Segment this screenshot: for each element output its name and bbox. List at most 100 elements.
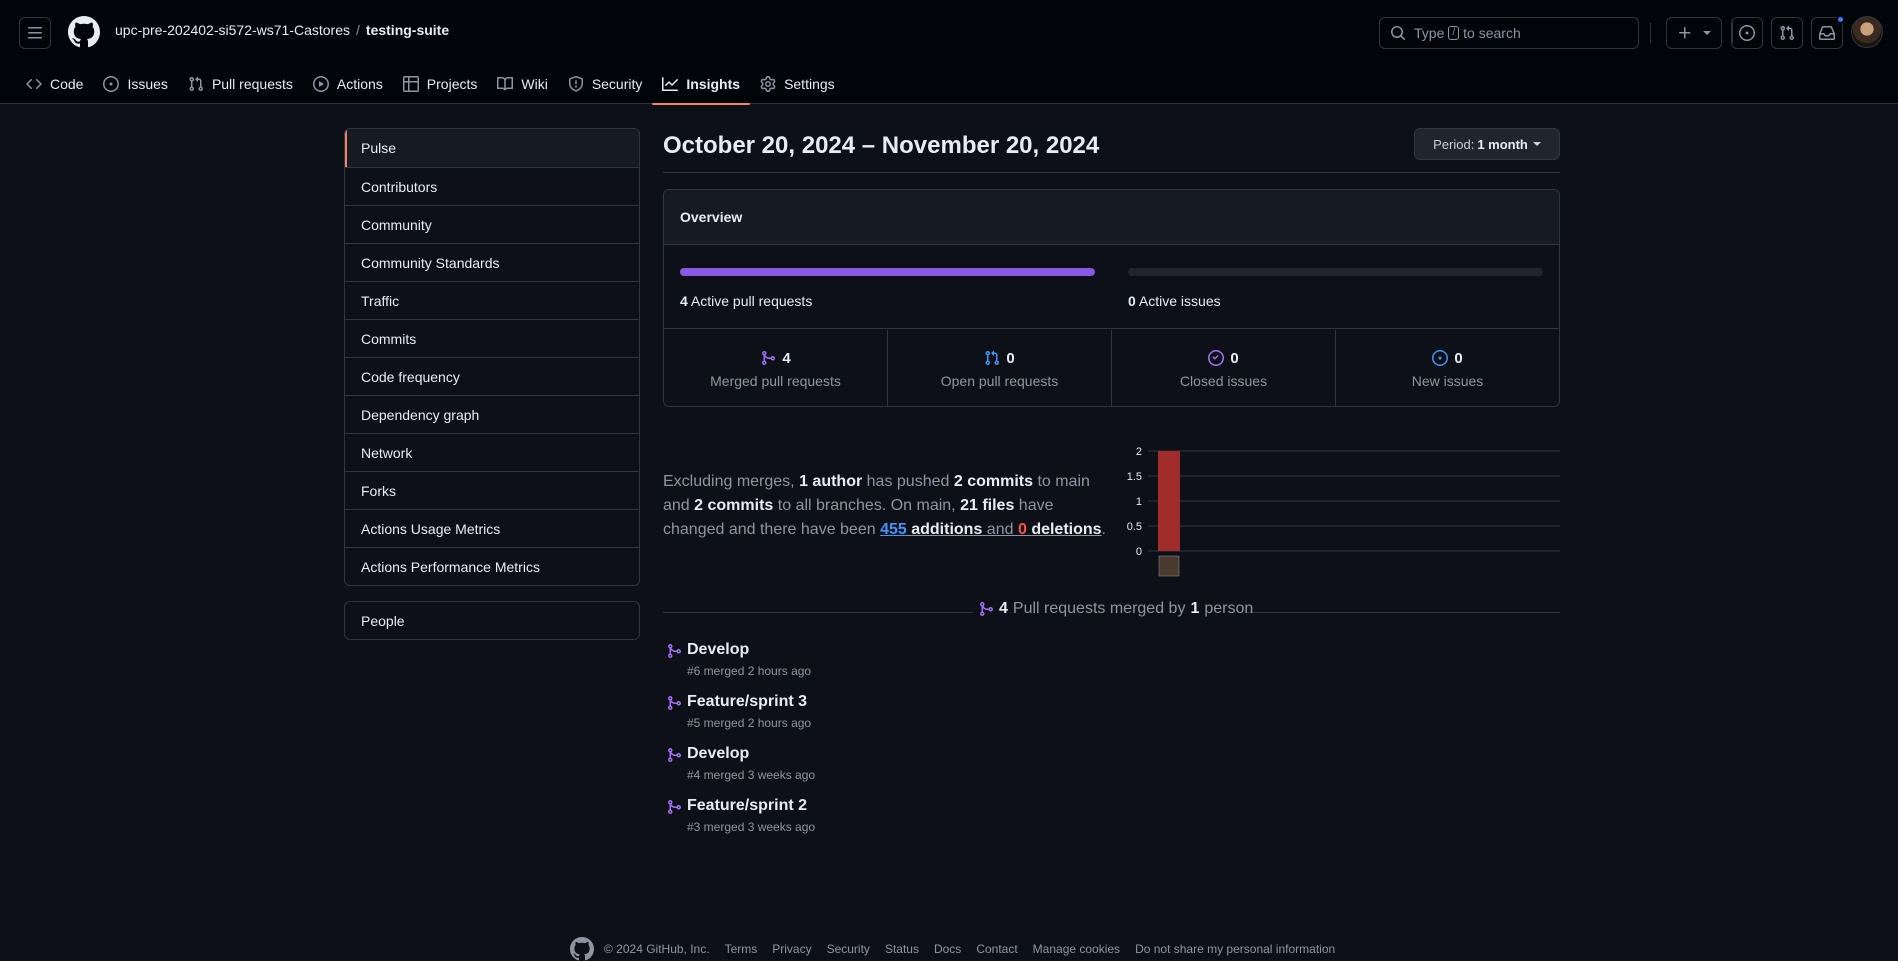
pull-requests-shortcut-button[interactable] [1771,17,1803,49]
repo-link[interactable]: testing-suite [366,22,449,38]
stat-number: 4 [782,349,791,367]
sidebar-item-actions-performance-metrics[interactable]: Actions Performance Metrics [345,547,639,585]
footer-link-status[interactable]: Status [885,942,919,956]
sidebar-item-forks[interactable]: Forks [345,471,639,509]
owner-link[interactable]: upc-pre-202402-si572-ws71-Castores [115,22,350,38]
period-label: Period: [1433,136,1475,152]
period-select-button[interactable]: Period: 1 month [1414,128,1560,160]
stat-label: Closed issues [1179,372,1268,389]
tab-pull-requests[interactable]: Pull requests [178,64,303,104]
active-issues-link[interactable]: 0 Active issues [1128,293,1221,309]
search-shortcut-key: / [1448,26,1460,40]
hamburger-menu-button[interactable] [19,17,51,49]
footer-link-contact[interactable]: Contact [976,942,1017,956]
page-footer: © 2024 GitHub, Inc. Terms Privacy Securi… [570,937,1335,961]
active-pull-requests-link[interactable]: 4 Active pull requests [680,293,812,309]
inbox-icon [1819,26,1835,40]
pr-title-link[interactable]: Develop [687,745,749,763]
play-icon [312,76,329,92]
merged-pull-requests-stat[interactable]: 4 Merged pull requests [664,330,887,406]
pr-title-link[interactable]: Feature/sprint 2 [687,797,807,815]
author-avatar[interactable] [1158,555,1180,577]
y-tick-label: 1 [1136,496,1142,508]
commit-bar[interactable] [1158,451,1180,551]
github-logo-icon[interactable] [570,937,594,961]
new-issues-stat[interactable]: 0 New issues [1335,330,1559,406]
y-tick-label: 2 [1136,446,1142,458]
sidebar-item-people[interactable]: People [344,601,640,640]
tab-code[interactable]: Code [16,64,93,104]
tab-actions[interactable]: Actions [303,64,393,104]
user-avatar[interactable] [1851,16,1883,48]
stat-number: 0 [1454,349,1463,367]
pr-title-link[interactable]: Develop [687,641,749,659]
sidebar-item-pulse[interactable]: Pulse [345,129,639,167]
merge-icon [668,696,682,710]
closed-issues-stat[interactable]: 0 Closed issues [1111,330,1335,406]
summary-files: 21 files [960,497,1015,514]
breadcrumb: upc-pre-202402-si572-ws71-Castores / testi… [115,22,449,38]
tab-label: Wiki [521,76,548,92]
sidebar-item-commits[interactable]: Commits [345,319,639,357]
check-circle-icon [1208,350,1225,366]
issue-opened-icon [1739,25,1755,41]
inbox-button[interactable] [1811,15,1845,49]
open-pull-requests-stat[interactable]: 0 Open pull requests [887,330,1111,406]
pull-request-icon [985,350,1000,366]
insights-sidebar: Pulse Contributors Community Community S… [344,128,640,586]
chevron-down-icon [1703,31,1711,35]
tab-wiki[interactable]: Wiki [487,64,557,104]
sidebar-item-traffic[interactable]: Traffic [345,281,639,319]
pr-title-link[interactable]: Feature/sprint 3 [687,693,807,711]
sidebar-item-community-standards[interactable]: Community Standards [345,243,639,281]
sidebar-item-actions-usage-metrics[interactable]: Actions Usage Metrics [345,509,639,547]
sidebar-item-dependency-graph[interactable]: Dependency graph [345,395,639,433]
overview-stats: 4 Merged pull requests 0 Open pull reque… [664,330,1559,406]
footer-link-docs[interactable]: Docs [934,942,961,956]
search-placeholder-prefix: Type [1414,25,1445,41]
overview-heading: Overview [664,190,1559,245]
footer-link-privacy[interactable]: Privacy [772,942,811,956]
divider [1247,612,1560,613]
overview-progress: 4 Active pull requests 0 Active issues [664,245,1559,329]
tab-projects[interactable]: Projects [393,64,488,104]
period-value: 1 month [1477,136,1528,152]
additions-deletions-link[interactable]: 455 additions and 0 deletions [880,521,1101,538]
footer-copyright: © 2024 GitHub, Inc. [604,942,710,956]
tab-settings[interactable]: Settings [750,64,845,104]
commits-by-author-chart: 2 1.5 1 0.5 0 [1127,446,1560,577]
header-divider [1650,23,1651,43]
tab-label: Insights [686,76,741,92]
tab-insights[interactable]: Insights [652,64,750,105]
tab-label: Security [591,76,643,92]
issues-shortcut-button[interactable] [1731,17,1763,49]
y-tick-label: 0 [1136,546,1142,558]
summary-text: Excluding merges, [663,473,795,490]
search-input[interactable]: Type / to search [1379,17,1639,49]
footer-link-do-not-share[interactable]: Do not share my personal information [1135,942,1335,956]
sidebar-item-network[interactable]: Network [345,433,639,471]
stat-label: New issues [1411,372,1484,389]
summary-text: . [1101,521,1106,538]
tab-issues[interactable]: Issues [93,64,177,104]
tab-label: Settings [784,76,835,92]
footer-link-security[interactable]: Security [827,942,870,956]
header-row: upc-pre-202402-si572-ws71-Castores / testi… [0,0,1898,64]
create-new-button[interactable] [1666,17,1722,49]
footer-link-manage-cookies[interactable]: Manage cookies [1033,942,1120,956]
pr-meta: #4 merged 3 weeks ago [687,768,816,782]
tab-label: Code [50,76,84,92]
footer-link-terms[interactable]: Terms [725,942,758,956]
sidebar-item-community[interactable]: Community [345,205,639,243]
merged-people-count: 1 [1190,600,1200,617]
github-logo-icon[interactable] [68,16,100,48]
tab-label: Actions [336,76,383,92]
y-tick-label: 1.5 [1127,471,1142,483]
summary-commits-all: 2 commits [694,497,774,514]
divider [663,172,1560,173]
sidebar-item-contributors[interactable]: Contributors [345,167,639,205]
tab-security[interactable]: Security [558,64,653,104]
merged-pr-heading: 4 Pull requests merged by 1 person [663,600,1560,620]
sidebar-item-code-frequency[interactable]: Code frequency [345,357,639,395]
summary-commits-main: 2 commits [953,473,1033,490]
